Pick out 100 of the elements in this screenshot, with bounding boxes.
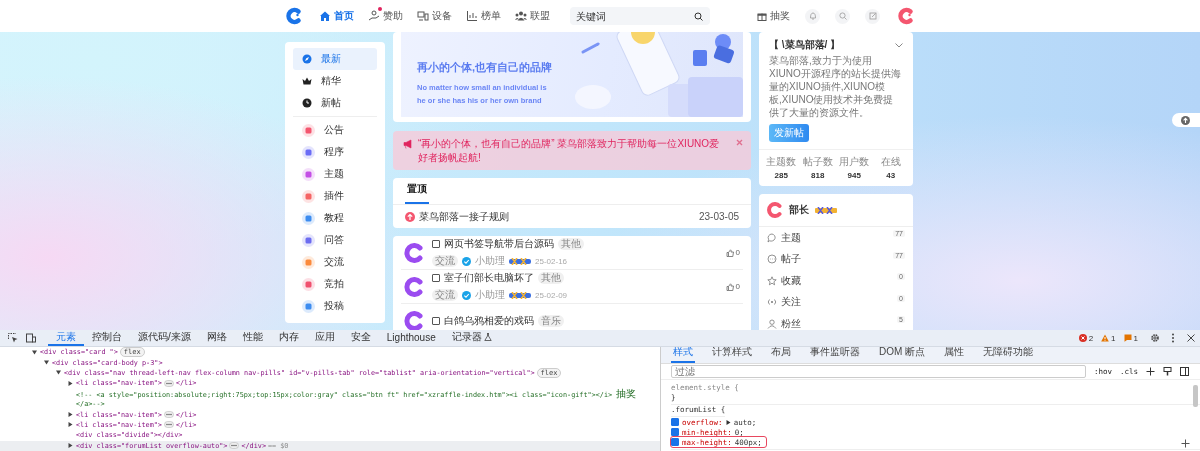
error-icon [1078, 334, 1087, 342]
devtools-tab[interactable]: 性能 [234, 330, 271, 346]
filter-field[interactable]: 过滤 [671, 365, 1086, 378]
devtools-tab[interactable]: 网络 [198, 330, 235, 346]
devtools-tab[interactable]: 元素 [48, 330, 84, 346]
thread-checkbox[interactable] [432, 240, 440, 248]
nav-link[interactable]: 首页 [319, 9, 354, 23]
devtools-tab[interactable]: 控制台 [84, 330, 130, 346]
property-checkbox[interactable] [671, 438, 679, 446]
issue-count[interactable]: 1 [1123, 333, 1138, 343]
thread-link[interactable]: 网页书签导航带后台源码 [444, 237, 554, 251]
panel-tab[interactable]: 样式 [671, 347, 695, 363]
search-field[interactable]: 关键词 [570, 7, 710, 25]
forum-icon [302, 233, 315, 247]
collapsed-triangle-icon[interactable] [67, 380, 73, 386]
expanded-triangle-icon[interactable] [55, 370, 61, 376]
bell-icon [808, 12, 817, 20]
sidebar-item[interactable]: 插件 [293, 185, 377, 207]
alert-text: “再小的个体，也有自己的品牌” 菜鸟部落致力于帮助每一位XIUNO爱好者扬帆起航! [418, 137, 721, 165]
sidebar-item[interactable]: 投稿 [293, 295, 377, 317]
collapsed-triangle-icon[interactable] [67, 422, 73, 428]
forum-icon [302, 167, 315, 181]
add-icon[interactable] [1181, 439, 1190, 448]
sidebar-item[interactable]: 竞拍 [293, 273, 377, 295]
sidebar-item[interactable]: 程序 [293, 141, 377, 163]
compass-icon [302, 54, 312, 64]
sidebar-item[interactable]: 公告 [293, 119, 377, 141]
sidebar-item[interactable]: 最新 [293, 48, 377, 70]
devtools-tab[interactable]: 应用 [306, 330, 343, 346]
forum-icon [302, 189, 315, 203]
panel-tab[interactable]: 布局 [769, 347, 793, 363]
forum-icon [302, 123, 315, 137]
devtools-tab[interactable]: 源代码/来源 [130, 330, 199, 346]
banner-title: 再小的个体,也有自己的品牌 [417, 60, 553, 75]
sidebar-toggle-icon[interactable] [1180, 367, 1190, 376]
devtools-tab[interactable]: Lighthouse [378, 330, 444, 346]
devtools-tab[interactable]: 内存 [270, 330, 307, 346]
verified-icon [462, 290, 471, 300]
collapsed-triangle-icon[interactable] [67, 412, 73, 418]
arrow-up-icon [1181, 115, 1190, 125]
paint-brush-icon[interactable] [1163, 367, 1173, 376]
sidebar-item[interactable]: 问答 [293, 229, 377, 251]
expanded-triangle-icon[interactable] [43, 360, 49, 366]
forum-tag: 交流 [432, 255, 458, 267]
chevron-down-icon[interactable] [895, 42, 903, 48]
panel-tab[interactable]: DOM 断点 [877, 347, 928, 363]
devtools-tab[interactable]: 记录器 [443, 330, 500, 346]
search-icon [838, 12, 847, 20]
scroll-top-button[interactable] [1172, 113, 1200, 127]
warning-icon [1101, 334, 1110, 342]
edit-icon [868, 12, 877, 20]
sidebar-item[interactable]: 教程 [293, 207, 377, 229]
nav-link[interactable]: 榜单 [466, 9, 501, 23]
forum-icon [302, 145, 315, 159]
sidebar-item[interactable]: 交流 [293, 251, 377, 273]
avatar-icon [897, 7, 915, 25]
property-checkbox[interactable] [671, 418, 679, 426]
devtools-tab[interactable]: 安全 [342, 330, 379, 346]
stat-value: 285 [773, 171, 789, 180]
sidebar-item[interactable]: 新帖 [293, 92, 377, 114]
megaphone-icon [403, 139, 413, 149]
expanded-triangle-icon[interactable] [31, 349, 37, 355]
ellipsis-icon [163, 379, 174, 387]
thread-link[interactable]: 室子们部长电脑坏了 [444, 271, 534, 285]
scrollbar-thumb[interactable] [1193, 385, 1198, 407]
panel-tab[interactable]: 无障碍功能 [981, 347, 1036, 363]
lottery-link[interactable]: 抽奖 [757, 9, 790, 23]
panel-tab[interactable]: 计算样式 [710, 347, 754, 363]
crown-icon [302, 76, 312, 86]
tab[interactable]: 置顶 [405, 182, 429, 204]
thread-date: 25-02-16 [535, 256, 568, 266]
thread-link[interactable]: 白鸽乌鸦相爱的戏码 [444, 313, 534, 328]
collapsed-triangle-icon[interactable] [67, 443, 73, 449]
panel-tab[interactable]: 属性 [942, 347, 967, 363]
sidebar-item[interactable]: 精华 [293, 70, 377, 92]
like-count: 0 [735, 282, 740, 291]
add-icon[interactable] [1146, 367, 1156, 376]
expand-triangle-icon[interactable] [725, 419, 731, 425]
verified-icon [462, 256, 471, 266]
settings-icon [1150, 333, 1160, 343]
thread-checkbox[interactable] [432, 316, 440, 325]
warning-count[interactable]: 1 [1101, 333, 1116, 343]
property-checkbox[interactable] [671, 428, 679, 436]
avatar-icon [404, 276, 424, 297]
nav-link[interactable]: 赞助 [368, 9, 403, 23]
forum-icon [302, 211, 315, 225]
avatar-icon [404, 310, 424, 330]
stat-value: 818 [810, 171, 826, 180]
nav-link[interactable]: 设备 [417, 9, 452, 23]
like-count: 0 [735, 248, 740, 257]
thread-checkbox[interactable] [432, 274, 440, 282]
error-count[interactable]: 2 [1078, 333, 1094, 343]
panel-tab[interactable]: 事件监听器 [808, 347, 862, 363]
group-icon [515, 10, 527, 22]
home-icon [319, 10, 331, 22]
thread-link[interactable]: 菜鸟部落一接子规则 [419, 209, 509, 224]
nav-link[interactable]: 联盟 [515, 9, 550, 23]
thread-tag: 其他 [558, 238, 584, 250]
devices-icon [417, 10, 429, 22]
sidebar-item[interactable]: 主题 [293, 163, 377, 185]
